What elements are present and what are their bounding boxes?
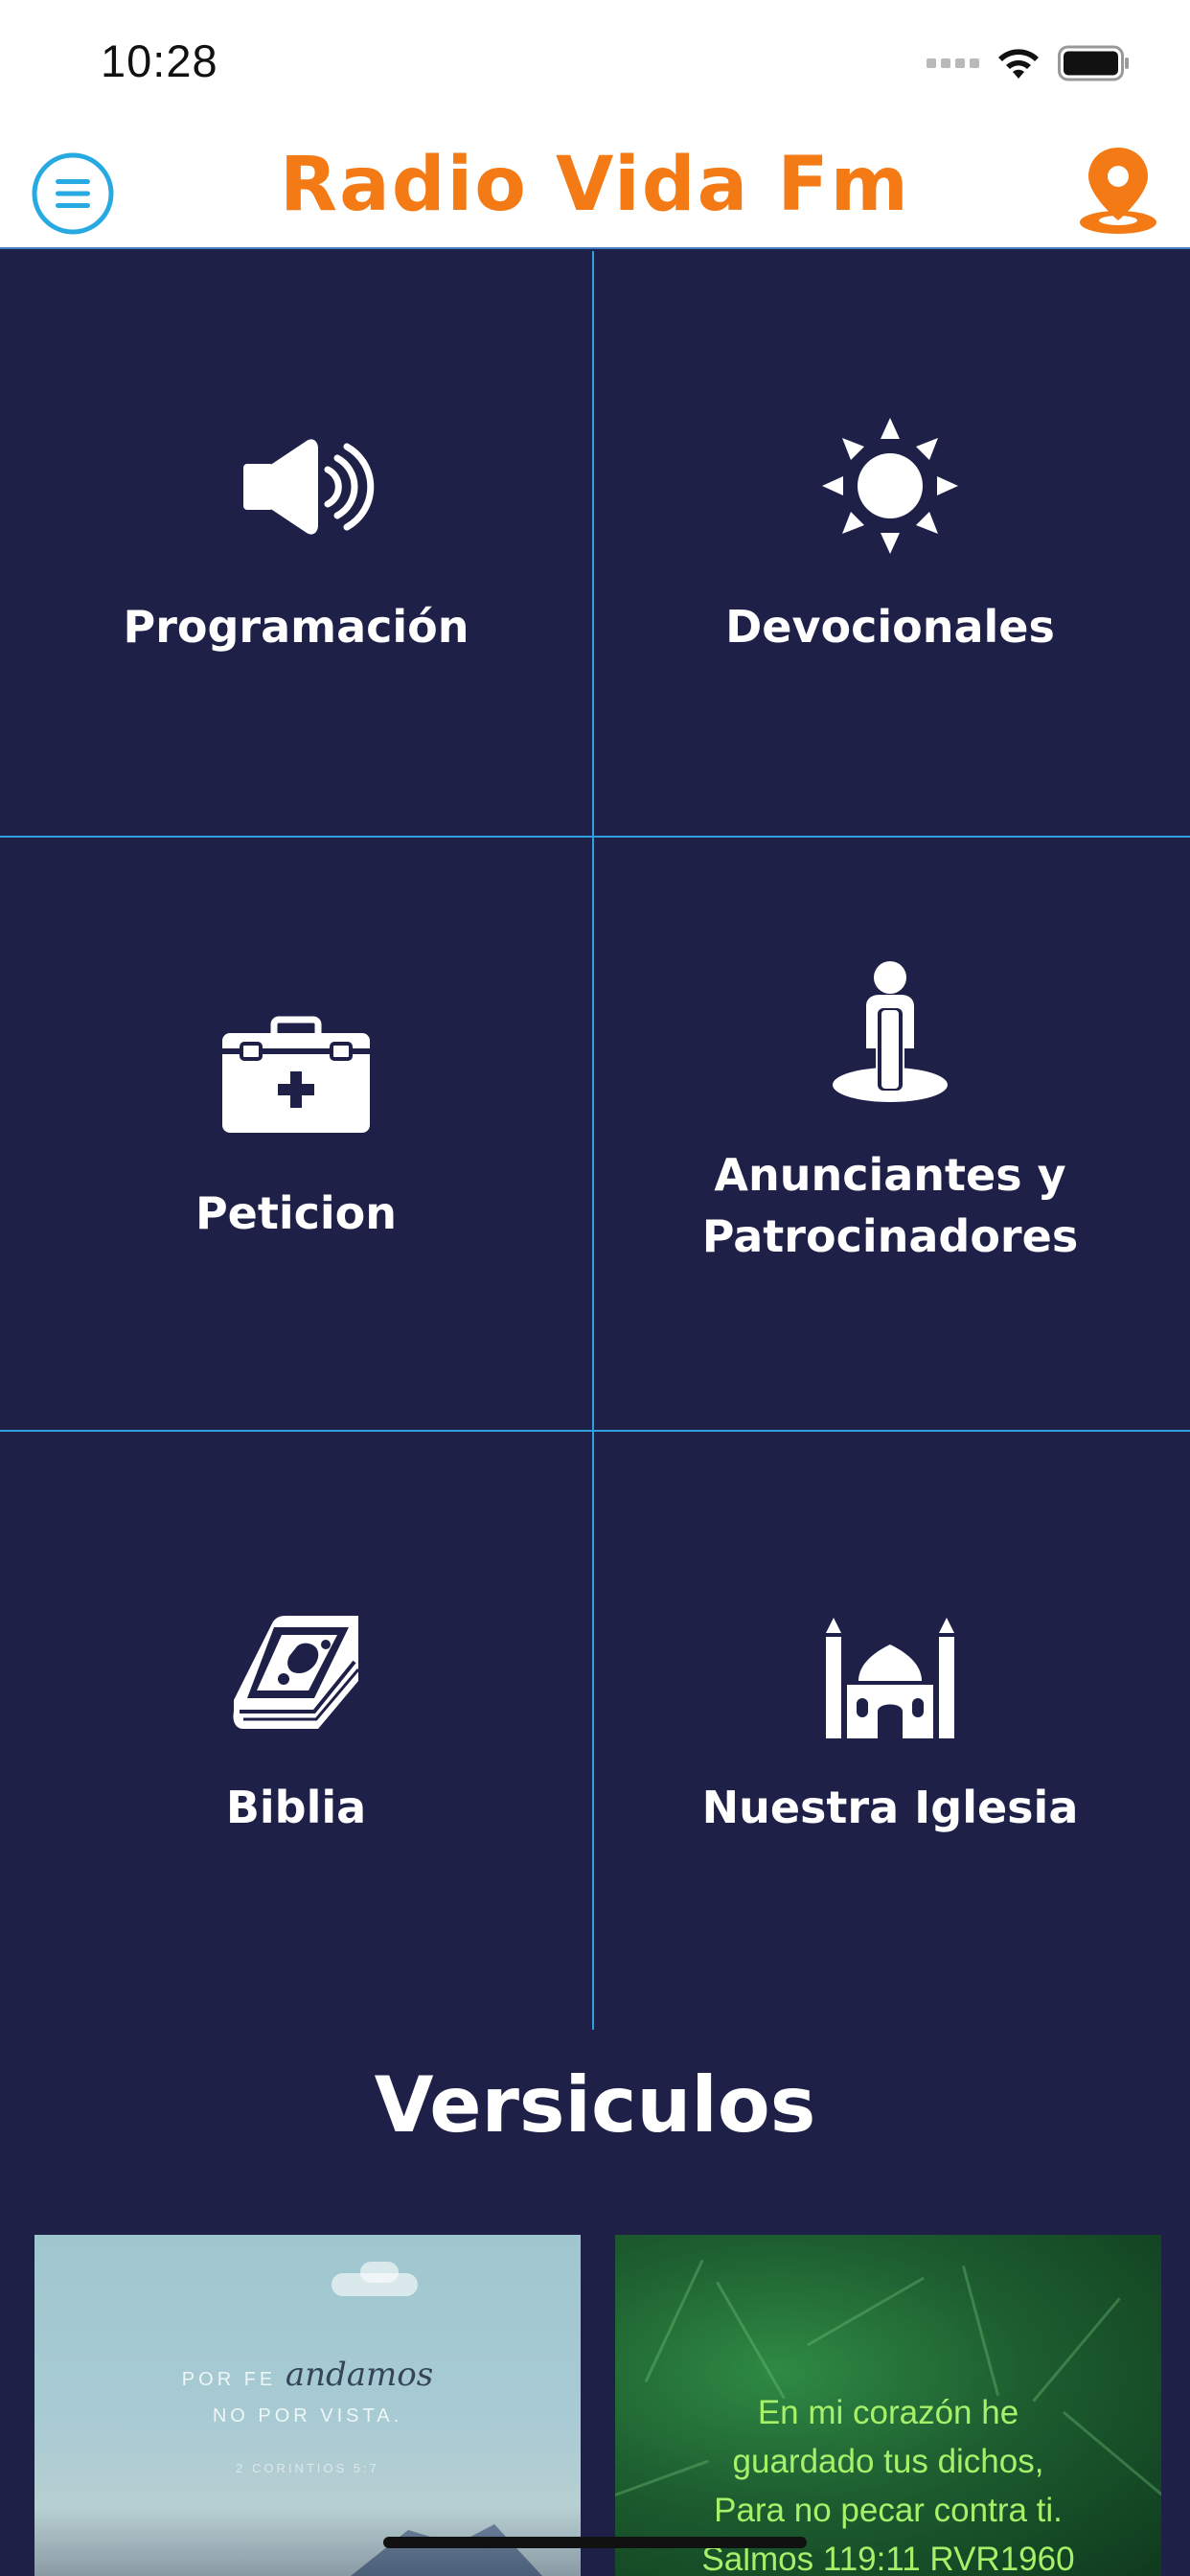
menu-grid: Programación Devocionales Peticion Anunc… xyxy=(0,251,1190,2030)
tile-devocionales[interactable]: Devocionales xyxy=(594,251,1186,843)
status-icons xyxy=(927,42,1131,84)
app-title: Radio Vida Fm xyxy=(280,142,910,228)
verse-card[interactable]: POR FE andamos NO POR VISTA. 2 CORINTIOS… xyxy=(34,2235,581,2576)
church-icon xyxy=(826,1618,954,1738)
tile-nuestra-iglesia[interactable]: Nuestra Iglesia xyxy=(594,1432,1186,2024)
tile-label: Nuestra Iglesia xyxy=(701,1782,1079,1833)
location-pin-icon[interactable] xyxy=(1075,144,1161,236)
verse-reference: 2 CORINTIOS 5:7 xyxy=(236,2461,379,2475)
tile-label: Devocionales xyxy=(725,601,1055,653)
pine-needle xyxy=(644,2259,704,2383)
cloud xyxy=(360,2262,399,2283)
first-aid-kit-icon xyxy=(222,1016,370,1133)
pine-needle xyxy=(1032,2297,1121,2403)
tile-label: Biblia xyxy=(225,1782,367,1833)
pine-needle xyxy=(807,2276,925,2347)
cellular-signal-icon xyxy=(927,58,979,68)
speaker-icon xyxy=(243,439,375,535)
verse-line: POR FE andamos xyxy=(34,2356,581,2394)
tile-peticion[interactable]: Peticion xyxy=(0,838,592,1430)
wifi-icon xyxy=(998,49,1039,79)
status-time: 10:28 xyxy=(101,35,218,86)
person-standing-icon xyxy=(833,961,948,1102)
tile-label: Programación xyxy=(123,601,469,653)
tile-label: Anunciantes y Patrocinadores xyxy=(701,1149,1079,1262)
tile-biblia[interactable]: Biblia xyxy=(0,1432,592,2024)
tile-programacion[interactable]: Programación xyxy=(0,251,592,843)
sun-icon xyxy=(822,418,958,554)
status-bar: 10:28 xyxy=(0,0,1190,125)
versiculos-title: Versiculos xyxy=(374,2060,816,2150)
verse-line-script: andamos xyxy=(285,2356,434,2394)
verse-line: NO POR VISTA. xyxy=(212,2405,403,2426)
bible-icon xyxy=(233,1616,360,1729)
tile-anunciantes[interactable]: Anunciantes y Patrocinadores xyxy=(594,838,1186,1430)
tile-label: Peticion xyxy=(195,1187,398,1239)
battery-icon xyxy=(1058,45,1129,81)
home-indicator[interactable] xyxy=(383,2537,807,2548)
pine-needle xyxy=(961,2265,1000,2397)
navigation-bar: Radio Vida Fm xyxy=(0,125,1190,249)
verse-line-prefix: POR FE xyxy=(181,2369,277,2390)
verse-card[interactable]: En mi corazón he guardado tus dichos, Pa… xyxy=(615,2235,1161,2576)
pine-needle xyxy=(716,2281,786,2400)
